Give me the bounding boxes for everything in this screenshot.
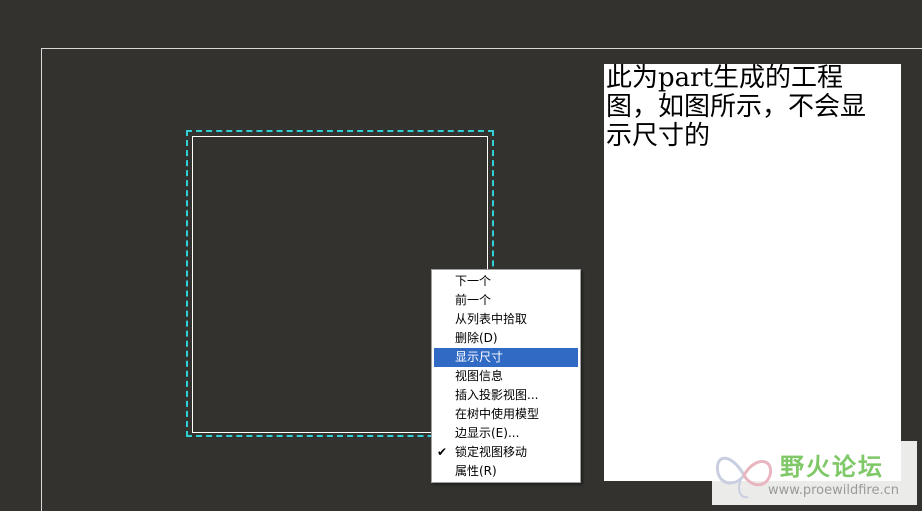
forum-watermark: 野火论坛 www.proewildfire.cn [712, 441, 917, 505]
checkmark-icon: ✔ [437, 445, 448, 459]
menu-item-label: 在树中使用模型 [455, 407, 540, 421]
menu-item-label: 边显示(E)... [455, 426, 520, 440]
menu-item-label: 锁定视图移动 [455, 445, 528, 459]
menu-item-label: 插入投影视图... [455, 388, 539, 402]
note-text: 此为part生成的工程图，如图所示，不会显示尺寸的 [606, 63, 867, 151]
menu-item-view-info[interactable]: 视图信息 [434, 367, 578, 386]
watermark-url: www.proewildfire.cn [768, 483, 899, 498]
menu-item-label: 属性(R) [455, 464, 497, 478]
menu-item-label: 删除(D) [455, 331, 498, 345]
menu-item-insert-projection-view[interactable]: 插入投影视图... [434, 386, 578, 405]
menu-item-use-model-in-tree[interactable]: 在树中使用模型 [434, 405, 578, 424]
menu-item-previous[interactable]: 前一个 [434, 291, 578, 310]
menu-item-label: 从列表中拾取 [455, 312, 528, 326]
menu-item-next[interactable]: 下一个 [434, 272, 578, 291]
drawing-canvas[interactable]: 此为part生成的工程图，如图所示，不会显示尺寸的 下一个 前一个 从列表中拾取… [0, 0, 922, 511]
menu-item-lock-view-movement[interactable]: ✔ 锁定视图移动 [434, 443, 578, 462]
menu-item-pick-from-list[interactable]: 从列表中拾取 [434, 310, 578, 329]
note-annotation[interactable]: 此为part生成的工程图，如图所示，不会显示尺寸的 [604, 64, 901, 481]
menu-item-delete[interactable]: 删除(D) [434, 329, 578, 348]
menu-item-label: 视图信息 [455, 369, 504, 383]
menu-item-edge-display[interactable]: 边显示(E)... [434, 424, 578, 443]
menu-item-label: 显示尺寸 [455, 350, 504, 364]
menu-item-show-dimensions[interactable]: 显示尺寸 [434, 348, 578, 367]
menu-item-label: 下一个 [455, 274, 492, 288]
menu-item-label: 前一个 [455, 293, 492, 307]
context-menu: 下一个 前一个 从列表中拾取 删除(D) 显示尺寸 视图信息 插入投影视图...… [431, 269, 581, 483]
menu-item-properties[interactable]: 属性(R) [434, 462, 578, 481]
watermark-title: 野火论坛 [780, 453, 884, 481]
